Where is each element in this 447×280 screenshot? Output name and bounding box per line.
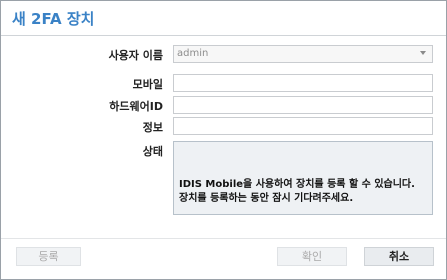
hardware-id-label: 하드웨어ID [109, 100, 163, 113]
chevron-down-icon[interactable] [420, 51, 426, 55]
title-divider [1, 35, 446, 36]
mobile-field[interactable] [173, 74, 433, 92]
dialog-title: 새 2FA 장치 [12, 10, 95, 28]
new-2fa-device-dialog: 새 2FA 장치 사용자 이름 admin 모바일 하드웨어ID 정보 상태 I… [0, 0, 447, 280]
mobile-label: 모바일 [132, 78, 163, 91]
status-message: IDIS Mobile을 사용하여 장치를 등록 할 수 있습니다. 장치를 등… [179, 178, 431, 206]
info-label: 정보 [142, 121, 163, 134]
status-line-2: 장치를 등록하는 동안 잠시 기다려주세요. [179, 193, 354, 204]
status-label: 상태 [142, 145, 163, 158]
confirm-button[interactable]: 확인 [277, 247, 347, 266]
username-select[interactable]: admin [173, 45, 433, 63]
cancel-button[interactable]: 취소 [364, 247, 434, 266]
register-button[interactable]: 등록 [16, 247, 81, 266]
status-line-1: IDIS Mobile을 사용하여 장치를 등록 할 수 있습니다. [179, 179, 415, 190]
footer-divider [1, 238, 446, 239]
username-label: 사용자 이름 [108, 49, 163, 62]
status-box: IDIS Mobile을 사용하여 장치를 등록 할 수 있습니다. 장치를 등… [173, 141, 433, 215]
hardware-id-field[interactable] [173, 96, 433, 114]
username-value: admin [177, 48, 209, 59]
info-field[interactable] [173, 117, 433, 135]
